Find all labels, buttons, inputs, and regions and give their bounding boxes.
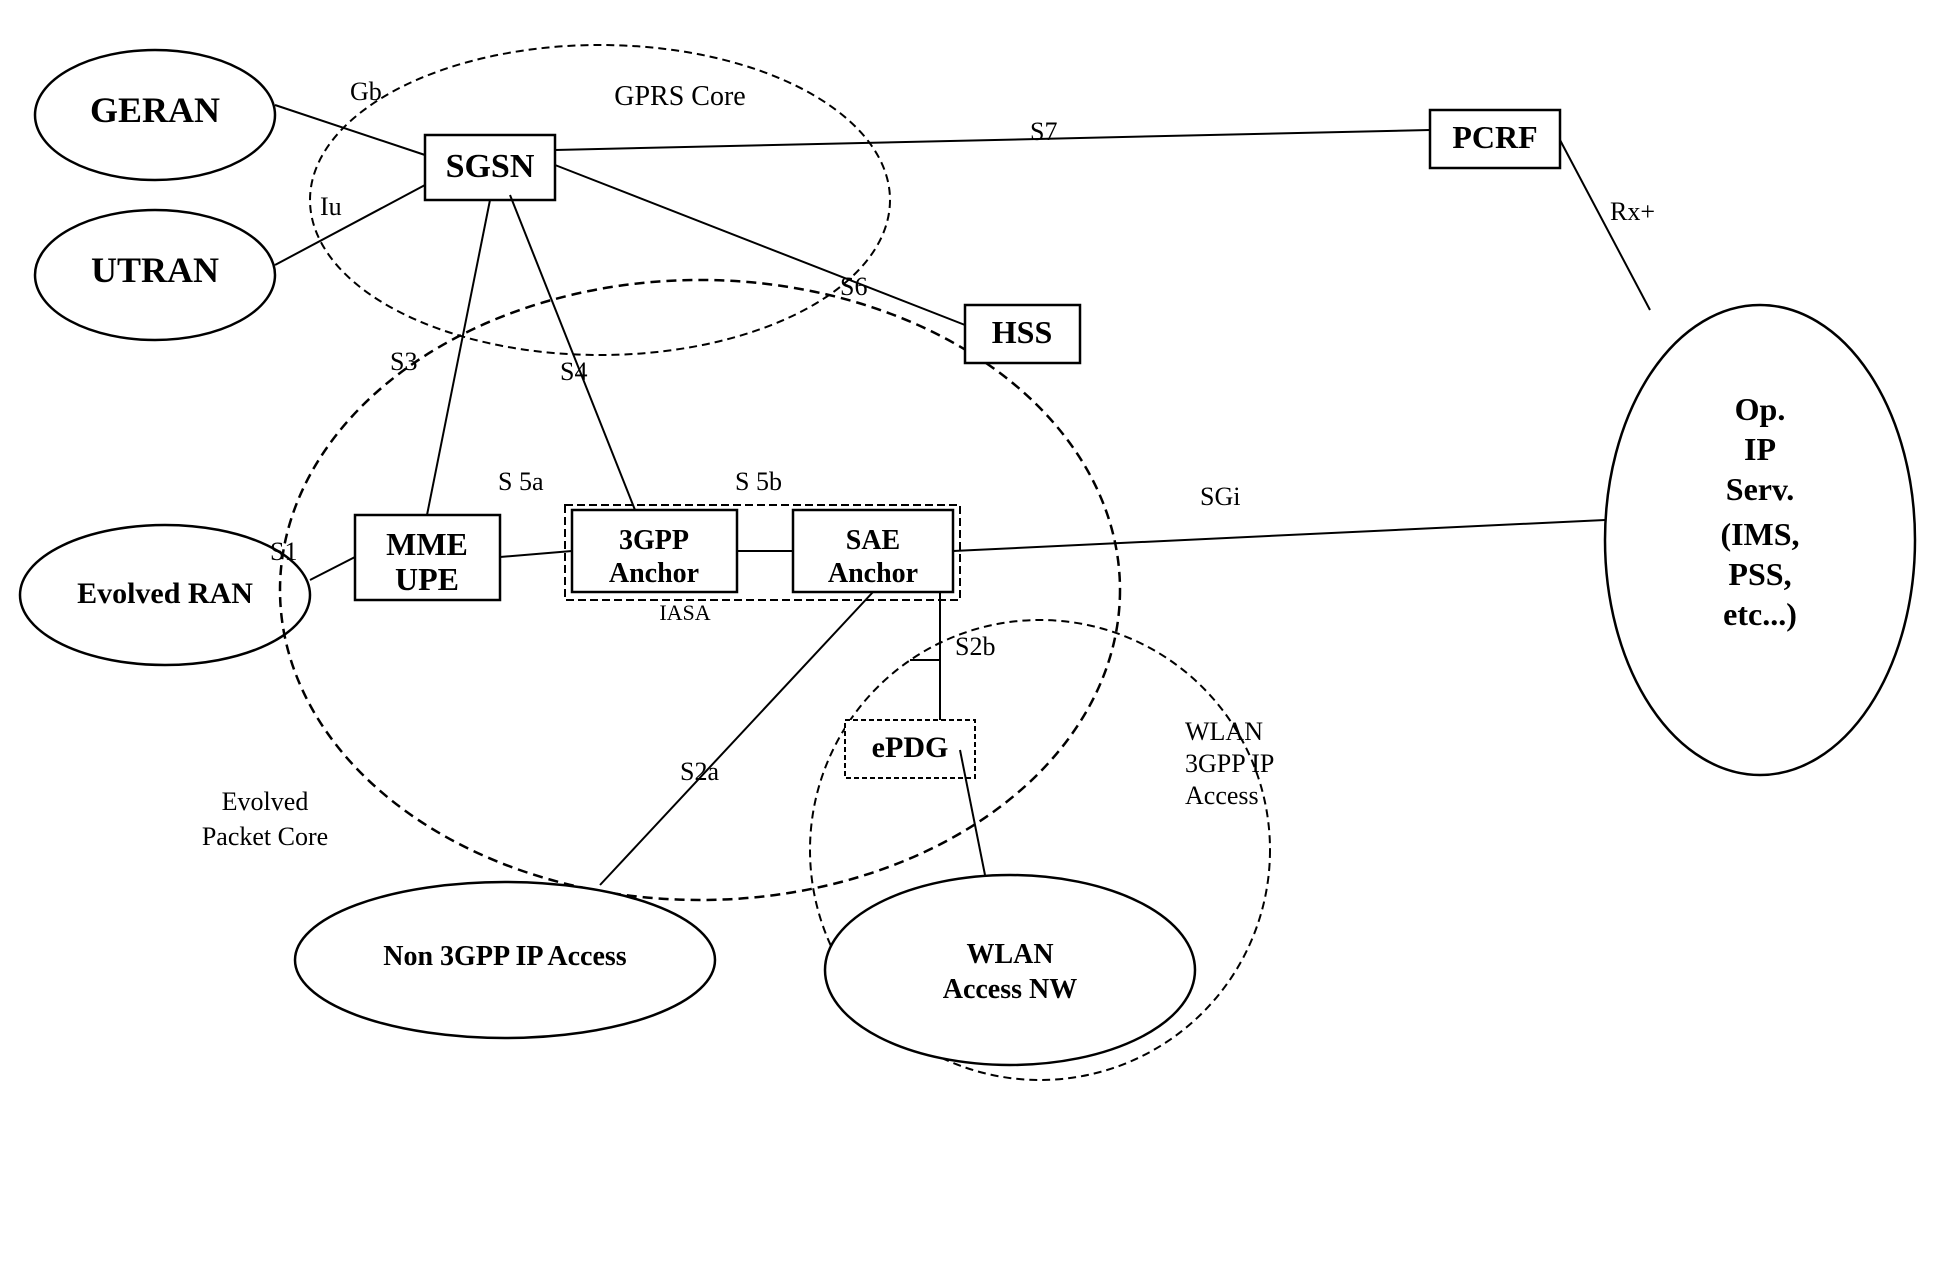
wlan-3gpp-label-3: Access: [1185, 781, 1259, 810]
sae-anchor-label-1: SAE: [846, 525, 900, 556]
epdg-label: ePDG: [872, 731, 949, 764]
op-ip-label-4: (IMS,: [1720, 516, 1799, 552]
wlan-3gpp-label-1: WLAN: [1185, 717, 1263, 746]
s2a-label: S2a: [680, 757, 719, 786]
3gpp-anchor-label-1: 3GPP: [619, 525, 689, 556]
utran-label: UTRAN: [91, 250, 219, 290]
s7-label: S7: [1030, 117, 1057, 146]
architecture-diagram: GERAN UTRAN Evolved RAN GPRS Core Evolve…: [0, 0, 1938, 1273]
non-3gpp-label: Non 3GPP IP Access: [383, 941, 627, 972]
wlan-3gpp-label-2: 3GPP IP: [1185, 749, 1274, 778]
s5a-label: S 5a: [498, 467, 544, 496]
gb-label: Gb: [350, 77, 382, 106]
geran-label: GERAN: [90, 90, 220, 130]
pcrf-label: PCRF: [1452, 119, 1537, 155]
s2b-label: S2b: [955, 632, 995, 661]
sgi-label: SGi: [1200, 482, 1240, 511]
s3-label: S3: [390, 347, 417, 376]
op-ip-label-5: PSS,: [1728, 556, 1791, 592]
sae-anchor-label-2: Anchor: [828, 558, 918, 589]
evolved-packet-core-label-1: Evolved: [222, 787, 309, 816]
s1-label: S1: [270, 537, 297, 566]
gprs-core-label: GPRS Core: [614, 81, 745, 112]
evolved-ran-label: Evolved RAN: [77, 577, 253, 610]
iasa-label: IASA: [659, 600, 710, 625]
mme-upe-label-1: MME: [386, 526, 468, 562]
rx-plus-label: Rx+: [1610, 197, 1655, 226]
sgsn-label: SGSN: [446, 148, 535, 185]
diagram-container: GERAN UTRAN Evolved RAN GPRS Core Evolve…: [0, 0, 1938, 1273]
3gpp-anchor-label-2: Anchor: [609, 558, 699, 589]
wlan-access-label-1: WLAN: [966, 939, 1053, 970]
iu-label: Iu: [320, 192, 342, 221]
op-ip-label-2: IP: [1744, 431, 1776, 467]
s4-label: S4: [560, 357, 587, 386]
op-ip-label-3: Serv.: [1726, 471, 1794, 507]
evolved-packet-core-label-2: Packet Core: [202, 822, 328, 851]
wlan-access-label-2: Access NW: [943, 974, 1078, 1005]
op-ip-label-1: Op.: [1735, 391, 1786, 427]
s5b-label: S 5b: [735, 467, 782, 496]
op-ip-label-6: etc...): [1723, 596, 1797, 632]
hss-label: HSS: [992, 314, 1052, 350]
mme-upe-label-2: UPE: [395, 561, 459, 597]
s6-label: S6: [840, 272, 867, 301]
